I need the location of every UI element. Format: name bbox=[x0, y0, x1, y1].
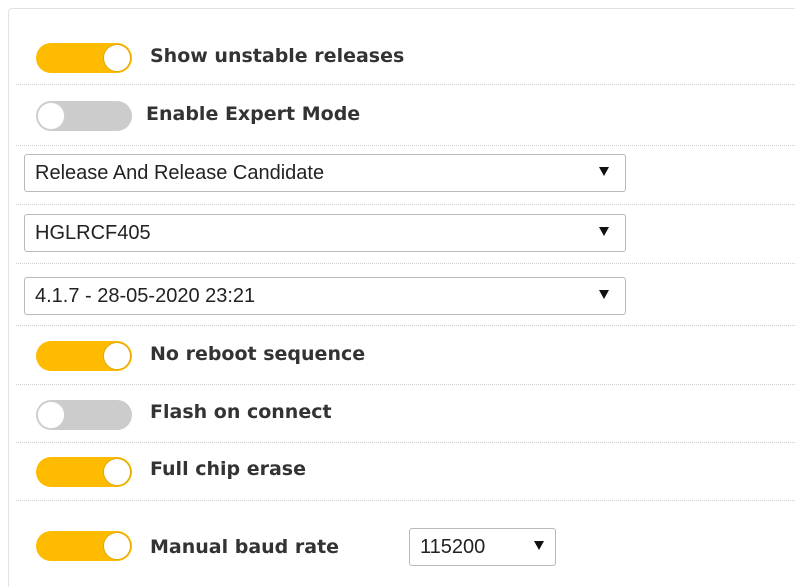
row-divider bbox=[16, 442, 795, 443]
row-divider bbox=[16, 325, 795, 326]
manual-baud-rate-toggle[interactable] bbox=[36, 531, 132, 561]
toggle-knob bbox=[103, 532, 131, 560]
no-reboot-sequence-toggle[interactable] bbox=[36, 341, 132, 371]
row-divider bbox=[16, 204, 795, 205]
full-chip-erase-label: Full chip erase bbox=[150, 458, 306, 480]
full-chip-erase-toggle[interactable] bbox=[36, 457, 132, 487]
row-divider bbox=[16, 263, 795, 264]
no-reboot-sequence-label: No reboot sequence bbox=[150, 343, 366, 365]
toggle-knob bbox=[103, 44, 131, 72]
board-value: HGLRCF405 bbox=[35, 222, 151, 244]
board-select[interactable]: HGLRCF405 bbox=[24, 214, 626, 252]
firmware-version-select[interactable]: 4.1.7 - 28-05-2020 23:21 bbox=[24, 277, 626, 315]
toggle-knob bbox=[37, 102, 65, 130]
flash-on-connect-toggle[interactable] bbox=[36, 400, 132, 430]
row-divider bbox=[16, 384, 795, 385]
toggle-knob bbox=[37, 401, 65, 429]
release-type-select[interactable]: Release And Release Candidate bbox=[24, 154, 626, 192]
expert-mode-label: Enable Expert Mode bbox=[146, 103, 361, 125]
dropdown-arrow-icon bbox=[534, 541, 544, 550]
release-type-value: Release And Release Candidate bbox=[35, 162, 325, 184]
baud-rate-value: 115200 bbox=[420, 536, 486, 558]
dropdown-arrow-icon bbox=[599, 227, 609, 236]
show-unstable-releases-toggle[interactable] bbox=[36, 43, 132, 73]
toggle-knob bbox=[103, 342, 131, 370]
row-divider bbox=[16, 145, 795, 146]
manual-baud-rate-label: Manual baud rate bbox=[150, 536, 340, 558]
expert-mode-toggle[interactable] bbox=[36, 101, 132, 131]
baud-rate-select[interactable]: 115200 bbox=[409, 528, 556, 566]
firmware-version-value: 4.1.7 - 28-05-2020 23:21 bbox=[35, 285, 256, 307]
dropdown-arrow-icon bbox=[599, 290, 609, 299]
row-divider bbox=[16, 84, 795, 85]
row-divider bbox=[16, 500, 795, 501]
toggle-knob bbox=[103, 458, 131, 486]
show-unstable-releases-label: Show unstable releases bbox=[150, 45, 405, 67]
flash-on-connect-label: Flash on connect bbox=[150, 401, 332, 423]
dropdown-arrow-icon bbox=[599, 167, 609, 176]
